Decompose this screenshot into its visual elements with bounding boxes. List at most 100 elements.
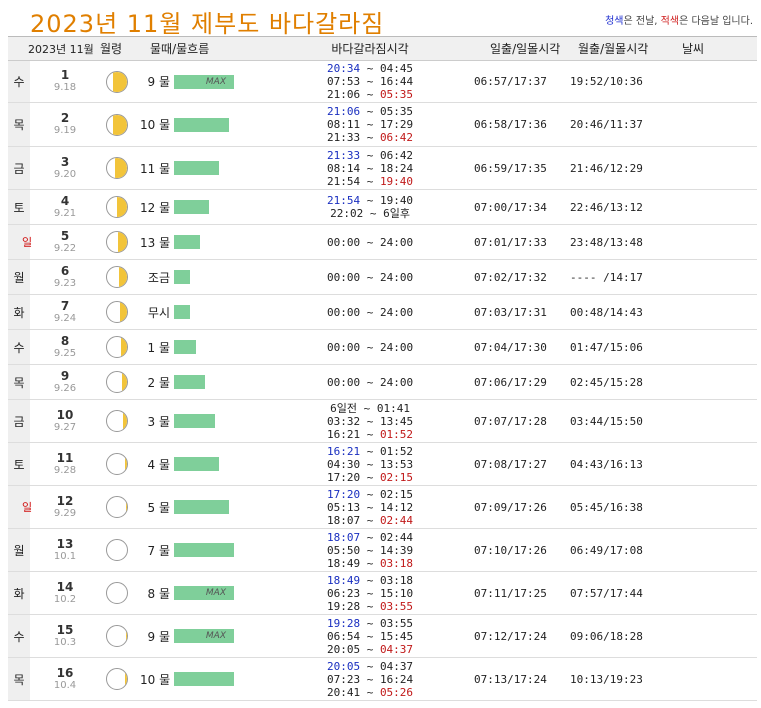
lunar-date: 9.29 <box>53 507 77 519</box>
moon-lit-portion <box>122 372 128 392</box>
sunrise-sunset: 06:57/17:37 <box>460 60 571 103</box>
moon-phase-icon <box>106 157 129 179</box>
solar-day: 12 <box>56 493 74 508</box>
parting-time-line: 05:13 ~ 14:12 <box>280 501 460 514</box>
weather-cell <box>670 485 758 529</box>
time-text: ~ 06:42 <box>360 148 414 162</box>
parting-time-line: 21:06 ~ 05:35 <box>280 88 460 101</box>
parting-times: 00:00 ~ 24:00 <box>280 294 461 330</box>
moon-phase-cell <box>100 614 141 658</box>
moonrise-moonset: 19:52/10:36 <box>570 60 671 103</box>
tide-cell: 7 물 <box>140 528 281 572</box>
table-row: 목 2 9.19 10 물 21:06 ~ 05:35 08:11 ~ 17:29 21:3… <box>8 102 758 147</box>
prev-day-time: 18:49 <box>326 573 361 587</box>
sunrise-sunset: 07:04/17:30 <box>460 329 571 365</box>
time-text: 18:07 ~ <box>326 513 380 527</box>
solar-day: 16 <box>56 665 74 680</box>
moon-phase-icon <box>106 453 129 475</box>
prev-day-time: 19:28 <box>326 616 361 630</box>
date-cell: 5 9.22 <box>30 224 101 260</box>
moonrise-moonset: 00:48/14:43 <box>570 294 671 330</box>
time-text: 18:49 ~ <box>326 556 380 570</box>
tide-label: 무시 <box>147 305 171 320</box>
time-text: 00:00 ~ 24:00 <box>326 340 414 354</box>
prev-day-time: 21:33 <box>326 148 361 162</box>
moon-phase-icon <box>106 668 129 690</box>
time-text: 17:20 ~ <box>326 470 380 484</box>
parting-time-line: 00:00 ~ 24:00 <box>280 376 460 389</box>
day-of-week: 일 <box>8 485 32 529</box>
parting-time-line: 6일전 ~ 01:41 <box>280 402 460 415</box>
parting-time-line: 00:00 ~ 24:00 <box>280 236 460 249</box>
prev-day-time: 21:06 <box>326 105 361 118</box>
tide-strength-bar <box>174 375 206 389</box>
moon-phase-cell <box>100 571 141 615</box>
solar-day: 9 <box>60 368 70 383</box>
parting-time-line: 00:00 ~ 24:00 <box>280 271 460 284</box>
date-cell: 10 9.27 <box>30 399 101 443</box>
lunar-date: 9.20 <box>53 168 77 180</box>
lunar-date: 9.24 <box>53 312 77 324</box>
prev-day-time: 20:05 <box>326 659 361 673</box>
moon-phase-icon <box>106 266 129 288</box>
lunar-date: 10.1 <box>53 550 77 562</box>
parting-time-line: 18:07 ~ 02:44 <box>280 531 460 544</box>
time-text: 03:32 ~ 13:45 <box>326 414 414 428</box>
time-text: 00:00 ~ 24:00 <box>326 375 414 389</box>
time-text: 08:14 ~ 18:24 <box>326 161 414 175</box>
next-day-time: 19:40 <box>379 174 414 188</box>
lunar-date: 10.3 <box>53 636 77 648</box>
sunrise-sunset: 06:58/17:36 <box>460 102 571 147</box>
time-text: 20:05 ~ <box>326 642 380 656</box>
weather-cell <box>670 294 758 330</box>
parting-time-line: 08:11 ~ 17:29 <box>280 118 460 131</box>
tide-strength-bar <box>174 117 230 132</box>
table-row: 금 3 9.20 11 물 21:33 ~ 06:42 08:14 ~ 18:24 21:5… <box>8 146 758 190</box>
time-text: 21:54 ~ <box>326 174 380 188</box>
moonrise-moonset: 05:45/16:38 <box>570 485 671 529</box>
time-text: 06:23 ~ 15:10 <box>326 586 414 600</box>
moonrise-moonset: ---- /14:17 <box>570 259 671 295</box>
moon-phase-icon <box>106 196 129 218</box>
date-cell: 11 9.28 <box>30 442 101 486</box>
moon-lit-portion <box>126 626 128 646</box>
date-cell: 14 10.2 <box>30 571 101 615</box>
lunar-date: 9.23 <box>53 277 77 289</box>
tide-strength-bar <box>174 161 220 175</box>
weather-cell <box>670 399 758 443</box>
table-row: 수 8 9.25 1 물 00:00 ~ 24:00 07:04/17:30 01:47/1… <box>8 329 758 365</box>
weather-cell <box>670 259 758 295</box>
prev-day-time: 17:20 <box>326 487 361 501</box>
time-text: 20:41 ~ <box>326 685 380 699</box>
weather-cell <box>670 146 758 190</box>
moonrise-moonset: 04:43/16:13 <box>570 442 671 486</box>
tide-cell: 3 물 <box>140 399 281 443</box>
parting-time-line: 20:05 ~ 04:37 <box>280 660 460 673</box>
next-day-time: 05:35 <box>379 88 414 101</box>
parting-time-line: 21:33 ~ 06:42 <box>280 131 460 144</box>
header-moonrs: 월출/월몰시각 <box>578 42 649 56</box>
table-row: 월 6 9.23 조금 00:00 ~ 24:00 07:02/17:32 ---- /14… <box>8 259 758 295</box>
solar-day: 4 <box>60 193 70 208</box>
tide-cell: 10 물 <box>140 657 281 701</box>
time-text: 00:00 ~ 24:00 <box>326 235 414 249</box>
lunar-date: 10.4 <box>53 679 77 691</box>
date-cell: 6 9.23 <box>30 259 101 295</box>
lunar-date: 9.21 <box>53 207 77 219</box>
max-label: MAX <box>205 631 227 641</box>
tide-label: 2 물 <box>147 375 171 390</box>
moonrise-moonset: 20:46/11:37 <box>570 102 671 147</box>
legend-blue: 청색 <box>605 16 624 27</box>
lunar-date: 9.18 <box>53 82 77 93</box>
tide-strength-bar <box>174 543 235 557</box>
parting-times: 6일전 ~ 01:41 03:32 ~ 13:45 16:21 ~ 01:52 <box>280 399 461 443</box>
moonrise-moonset: 01:47/15:06 <box>570 329 671 365</box>
moon-phase-icon <box>106 371 129 393</box>
time-text: ~ 05:35 <box>360 105 414 118</box>
day-of-week: 월 <box>8 259 30 295</box>
parting-times: 17:20 ~ 02:15 05:13 ~ 14:12 18:07 ~ 02:44 <box>280 485 461 529</box>
tide-cell: 10 물 <box>140 102 281 147</box>
day-of-week: 금 <box>8 399 30 443</box>
time-text: 07:23 ~ 16:24 <box>326 672 414 686</box>
time-text: 21:06 ~ <box>326 88 380 101</box>
